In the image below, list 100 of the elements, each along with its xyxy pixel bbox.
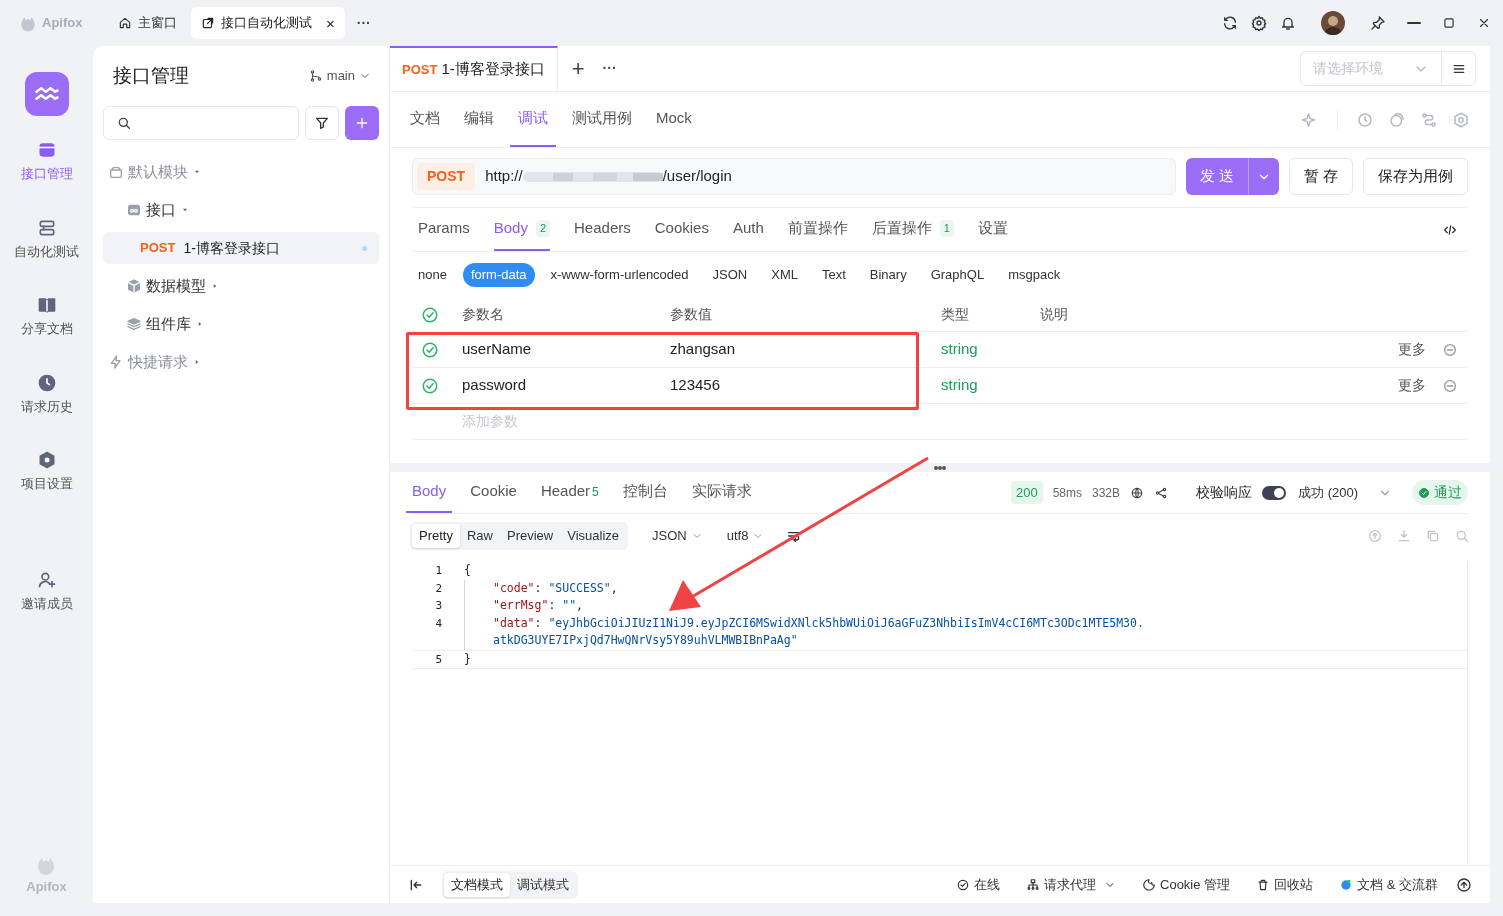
drag-handle-icon xyxy=(933,465,947,470)
window-tab[interactable]: 接口自动化测试 × xyxy=(191,7,345,39)
more-button[interactable]: ··· xyxy=(602,58,617,79)
code-line: "data": "eyJhbGciOiJIUzI1NiJ9.eyJpZCI6MSwidXNlck5hbWUiOiJ6aGFuZ3NhbiIsImV4cCI6MTc3ODc1MTE5M30. xyxy=(464,614,1144,632)
dropdown[interactable]: utf8 xyxy=(726,526,765,546)
response-tab[interactable]: 实际请求 xyxy=(685,472,758,513)
tree-label[interactable]: 组件库 xyxy=(146,312,191,336)
rail-item[interactable]: 请求历史 xyxy=(6,368,87,420)
header-count: 5 xyxy=(592,483,599,501)
app-name: Apifox xyxy=(42,14,83,33)
tree-item[interactable]: POST 1-博客登录接口 xyxy=(103,232,379,264)
filter-icon xyxy=(314,115,330,131)
filter-button[interactable] xyxy=(305,106,339,140)
body-type-option[interactable]: x-www-form-urlencoded xyxy=(542,263,697,287)
external-window-icon xyxy=(201,16,215,30)
type-select[interactable]: string xyxy=(941,338,1040,361)
body-type-option[interactable]: msgpack xyxy=(1000,263,1069,287)
view-tab[interactable]: Preview xyxy=(500,524,561,548)
body-type-option[interactable]: Binary xyxy=(861,263,915,287)
rail-item[interactable]: 邀请成员 xyxy=(6,565,87,617)
body-type-option[interactable]: GraphQL xyxy=(922,263,993,287)
app-name: Apifox xyxy=(26,877,67,896)
more-link[interactable]: 更多 xyxy=(1398,339,1426,360)
view-tab[interactable]: Visualize xyxy=(560,524,627,548)
maximize-icon xyxy=(1442,16,1456,30)
upload-icon xyxy=(1367,528,1383,544)
validate-result-select[interactable]: 成功 (200) xyxy=(1298,482,1358,503)
status-bar-item[interactable]: 文档 & 交流群 xyxy=(1339,874,1438,895)
checked-circle-icon[interactable] xyxy=(421,305,439,324)
param-tab[interactable]: Cookies xyxy=(654,208,709,251)
response-time: 58ms xyxy=(1052,484,1082,502)
dropdown[interactable]: JSON xyxy=(652,526,703,546)
plus-icon xyxy=(354,115,370,131)
search-field[interactable] xyxy=(103,106,299,140)
param-tab[interactable]: Auth xyxy=(732,208,764,251)
rail-item[interactable]: 自动化测试 xyxy=(6,213,87,265)
branch-selector[interactable]: main xyxy=(308,66,371,86)
mode-tab[interactable]: 调试 xyxy=(510,92,556,147)
table-cell-text: userName xyxy=(462,339,533,360)
view-tab[interactable]: Pretty xyxy=(412,524,460,548)
url-field[interactable]: POST http:// /user/login xyxy=(412,158,1176,195)
response-tab[interactable]: Cookie xyxy=(464,472,523,513)
rail-item[interactable]: 接口管理 xyxy=(6,136,87,188)
table-cell-text: 123456 xyxy=(670,375,722,396)
save-button[interactable]: 暂 存 xyxy=(1288,158,1353,195)
mode-toggle[interactable]: 文档模式 xyxy=(444,872,510,897)
param-tab[interactable]: 前置操作 xyxy=(787,208,848,251)
mode-tab[interactable]: 编辑 xyxy=(456,92,502,147)
body-type-option[interactable]: Text xyxy=(813,263,854,287)
table-cell-text: password xyxy=(462,375,528,396)
save-as-case-button[interactable]: 保存为用例 xyxy=(1363,158,1468,195)
rail-item[interactable]: 项目设置 xyxy=(6,446,87,498)
search-icon xyxy=(116,115,132,131)
body-type-option[interactable]: JSON xyxy=(704,263,756,287)
avatar[interactable] xyxy=(1321,11,1345,35)
tree-label[interactable]: 接口 xyxy=(146,198,176,222)
checked-circle-icon[interactable] xyxy=(421,376,439,395)
route-icon xyxy=(1420,110,1438,129)
validate-label: 校验响应 xyxy=(1196,483,1253,502)
rail-item[interactable]: 分享文档 xyxy=(6,291,87,343)
response-tab[interactable]: 控制台 xyxy=(616,472,674,513)
status-bar-item[interactable]: Cookie 管理 xyxy=(1142,874,1231,895)
param-tab[interactable]: 后置操作 1 xyxy=(871,208,954,251)
more-link[interactable]: 更多 xyxy=(1398,375,1426,396)
validate-toggle[interactable] xyxy=(1262,485,1287,500)
tree-label[interactable]: 数据模型 xyxy=(146,274,206,298)
type-select[interactable]: string xyxy=(941,374,1040,397)
globe-icon xyxy=(1130,485,1145,500)
project-logo-icon[interactable] xyxy=(24,72,69,116)
window-tab[interactable]: 主窗口 xyxy=(108,7,187,39)
status-bar-item[interactable]: 在线 xyxy=(956,874,1000,895)
status-bar-item[interactable]: 请求代理 xyxy=(1026,874,1116,895)
column-header: 类型 xyxy=(941,305,970,324)
param-tab[interactable]: Headers xyxy=(574,208,631,251)
more-button[interactable]: ··· xyxy=(356,12,371,34)
body-type-option[interactable]: XML xyxy=(763,263,806,287)
add-button[interactable] xyxy=(345,106,379,140)
mode-tab[interactable]: 测试用例 xyxy=(564,92,640,147)
checked-circle-icon[interactable] xyxy=(421,340,439,359)
mode-tab[interactable]: Mock xyxy=(648,92,700,147)
clock-icon xyxy=(36,372,57,393)
add-tab-button[interactable]: + xyxy=(571,52,585,85)
api-icon xyxy=(36,140,57,160)
body-type-option[interactable]: none xyxy=(410,263,455,287)
remove-icon xyxy=(1442,341,1458,358)
column-header: 说明 xyxy=(1040,305,1069,324)
param-tab[interactable]: 设置 xyxy=(977,208,1008,251)
network-icon xyxy=(1026,877,1040,892)
tree-label: 1-博客登录接口 xyxy=(183,238,281,258)
view-tab[interactable]: Raw xyxy=(459,524,500,548)
status-bar-item[interactable]: 回收站 xyxy=(1256,874,1314,895)
response-tab[interactable]: Header5 xyxy=(534,472,605,513)
param-tab[interactable]: Body 2 xyxy=(493,208,550,251)
response-tab[interactable]: Body xyxy=(406,472,453,513)
book-icon xyxy=(36,295,57,315)
mode-toggle[interactable]: 调试模式 xyxy=(510,872,576,897)
close-button[interactable]: × xyxy=(326,15,335,31)
param-tab[interactable]: Params xyxy=(418,208,470,251)
mode-tab[interactable]: 文档 xyxy=(402,92,448,147)
request-tab[interactable]: POST 1-博客登录接口 xyxy=(390,46,558,91)
